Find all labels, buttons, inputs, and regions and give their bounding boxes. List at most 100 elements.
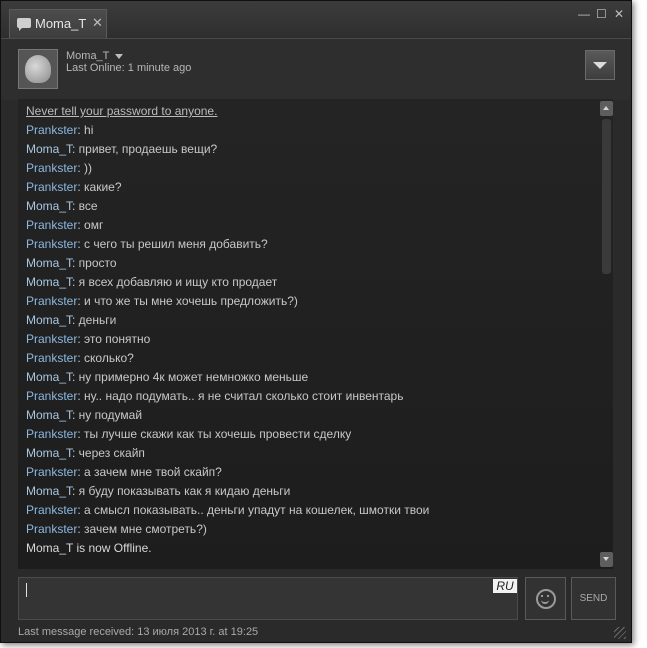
friend-status: Last Online: 1 minute ago — [66, 62, 191, 74]
text-caret — [26, 583, 27, 597]
chat-message: Prankster: ну.. надо подумать.. я не счи… — [26, 387, 591, 406]
message-text: : какие? — [77, 180, 122, 194]
message-text: : все — [72, 199, 98, 213]
message-sender[interactable]: Moma_T — [26, 446, 72, 460]
message-sender[interactable]: Prankster — [26, 389, 77, 403]
message-sender[interactable]: Prankster — [26, 503, 77, 517]
status-label: Last Online: — [66, 62, 125, 74]
chat-message: Prankster: hi — [26, 121, 591, 140]
chat-message: Prankster: ты лучше скажи как ты хочешь … — [26, 425, 591, 444]
scroll-up-icon[interactable] — [600, 101, 613, 116]
chat-bubble-icon — [17, 18, 31, 31]
chat-message: Prankster: это понятно — [26, 330, 591, 349]
message-text: : и что же ты мне хочешь предложить?) — [77, 294, 298, 308]
scrollbar-thumb[interactable] — [602, 119, 611, 274]
message-sender[interactable]: Prankster — [26, 351, 77, 365]
title-bar[interactable]: Moma_T ✕ — ☐ ✕ — [1, 1, 631, 39]
chat-message: Prankster: сколько? — [26, 349, 591, 368]
maximize-icon[interactable]: ☐ — [596, 7, 607, 21]
chat-message: Prankster: а смысл показывать.. деньги у… — [26, 501, 591, 520]
tab-label: Moma_T — [35, 16, 87, 31]
message-text: : это понятно — [77, 332, 151, 346]
message-sender[interactable]: Moma_T — [26, 256, 72, 270]
message-text: : ну подумай — [72, 408, 143, 422]
chat-message: Moma_T: ну примерно 4к может немножко ме… — [26, 368, 591, 387]
message-input[interactable]: RU — [18, 577, 518, 620]
message-text: : а зачем мне твой скайп? — [77, 465, 222, 479]
chat-message: Moma_T: все — [26, 197, 591, 216]
keyboard-language-badge: RU — [493, 579, 517, 593]
message-sender[interactable]: Prankster — [26, 237, 77, 251]
last-message-info: Last message received: 13 июля 2013 г. a… — [18, 626, 258, 638]
chat-message: Moma_T: деньги — [26, 311, 591, 330]
smiley-icon — [536, 589, 556, 609]
chat-message: Moma_T: просто — [26, 254, 591, 273]
chat-log: Never tell your password to anyone. Pran… — [18, 99, 613, 569]
scroll-down-icon[interactable] — [600, 552, 613, 567]
close-window-icon[interactable]: ✕ — [614, 7, 624, 21]
chat-tab[interactable]: Moma_T ✕ — [9, 9, 107, 39]
message-text: : привет, продаешь вещи? — [72, 142, 218, 156]
message-text: : ты лучше скажи как ты хочешь провести … — [77, 427, 352, 441]
chat-message: Prankster: а зачем мне твой скайп? — [26, 463, 591, 482]
minimize-icon[interactable]: — — [578, 7, 590, 21]
message-text: : ну.. надо подумать.. я не считал сколь… — [77, 389, 404, 403]
message-text: : зачем мне смотреть?) — [77, 522, 207, 536]
message-text: : просто — [72, 256, 117, 270]
chat-message: Moma_T: ну подумай — [26, 406, 591, 425]
system-status-message: Moma_T is now Offline. — [26, 541, 152, 555]
message-sender[interactable]: Prankster — [26, 522, 77, 536]
chat-log-scrollbar[interactable] — [600, 101, 613, 567]
friend-header: Moma_T Last Online: 1 minute ago — [1, 38, 631, 100]
chat-message: Moma_T: я буду показывать как я кидаю де… — [26, 482, 591, 501]
chat-message: Prankster: с чего ты решил меня добавить… — [26, 235, 591, 254]
message-sender[interactable]: Prankster — [26, 123, 77, 137]
friend-menu-dropdown-button[interactable] — [585, 50, 615, 80]
chat-message: Prankster: омг — [26, 216, 591, 235]
message-sender[interactable]: Moma_T — [26, 142, 72, 156]
message-text: : ну примерно 4к может немножко меньше — [72, 370, 309, 384]
emoticon-button[interactable] — [525, 577, 566, 620]
tab-close-icon[interactable]: ✕ — [92, 15, 103, 31]
chevron-down-icon[interactable] — [115, 54, 123, 59]
message-sender[interactable]: Prankster — [26, 465, 77, 479]
chat-message: Prankster: )) — [26, 159, 591, 178]
chat-message: Prankster: зачем мне смотреть?) — [26, 520, 591, 539]
message-text: : сколько? — [77, 351, 134, 365]
message-text: : с чего ты решил меня добавить? — [77, 237, 268, 251]
message-text: : деньги — [72, 313, 117, 327]
chat-message: Prankster: какие? — [26, 178, 591, 197]
resize-grip-icon[interactable] — [614, 627, 626, 639]
chat-log-lines: Never tell your password to anyone. Pran… — [26, 102, 591, 558]
chat-message: Moma_T: через скайп — [26, 444, 591, 463]
message-sender[interactable]: Moma_T — [26, 199, 72, 213]
message-sender[interactable]: Moma_T — [26, 370, 72, 384]
message-sender[interactable]: Prankster — [26, 180, 77, 194]
message-sender[interactable]: Moma_T — [26, 408, 72, 422]
security-warning[interactable]: Never tell your password to anyone. — [26, 102, 591, 121]
message-text: : а смысл показывать.. деньги упадут на … — [77, 503, 430, 517]
message-text: : я буду показывать как я кидаю деньги — [72, 484, 291, 498]
last-message-time: 13 июля 2013 г. at 19:25 — [137, 626, 259, 638]
message-sender[interactable]: Prankster — [26, 218, 77, 232]
last-message-label: Last message received: — [18, 626, 135, 638]
message-text: : hi — [77, 123, 94, 137]
chat-message: Prankster: и что же ты мне хочешь предло… — [26, 292, 591, 311]
status-value: 1 minute ago — [127, 62, 192, 74]
avatar[interactable] — [18, 49, 58, 89]
message-text: : омг — [77, 218, 104, 232]
chat-message: Moma_T: я всех добавляю и ищу кто продае… — [26, 273, 591, 292]
message-text: : )) — [77, 161, 93, 175]
message-sender[interactable]: Prankster — [26, 294, 77, 308]
message-sender[interactable]: Moma_T — [26, 484, 72, 498]
chat-message: Moma_T: привет, продаешь вещи? — [26, 140, 591, 159]
message-sender[interactable]: Prankster — [26, 427, 77, 441]
message-sender[interactable]: Moma_T — [26, 275, 72, 289]
message-sender[interactable]: Prankster — [26, 161, 77, 175]
message-sender[interactable]: Moma_T — [26, 313, 72, 327]
friend-name[interactable]: Moma_T — [66, 50, 109, 62]
chat-window: Moma_T ✕ — ☐ ✕ Moma_T Last Online: 1 min… — [0, 0, 632, 643]
send-button[interactable]: SEND — [571, 577, 616, 620]
message-sender[interactable]: Prankster — [26, 332, 77, 346]
message-text: : я всех добавляю и ищу кто продает — [72, 275, 278, 289]
